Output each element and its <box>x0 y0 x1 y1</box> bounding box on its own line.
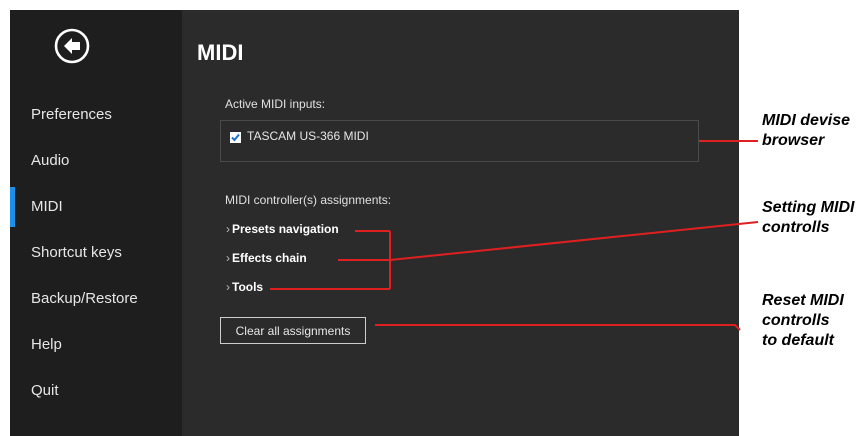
sidebar-item-audio[interactable]: Audio <box>10 141 182 181</box>
assignment-label: Presets navigation <box>232 222 339 236</box>
sidebar-item-label: MIDI <box>31 198 63 215</box>
sidebar-item-label: Shortcut keys <box>31 244 122 261</box>
sidebar-item-help[interactable]: Help <box>10 325 182 365</box>
back-arrow-icon <box>54 28 90 64</box>
midi-inputs-list: TASCAM US-366 MIDI <box>220 120 699 162</box>
annotation-text: browser <box>762 132 825 149</box>
assignment-effects-chain[interactable]: › Effects chain <box>226 251 307 265</box>
device-name: TASCAM US-366 MIDI <box>247 129 369 143</box>
checkmark-icon <box>230 132 241 143</box>
annotation-reset: Reset MIDI controlls to default <box>762 291 844 351</box>
assignment-presets-navigation[interactable]: › Presets navigation <box>226 222 339 236</box>
chevron-right-icon: › <box>226 222 230 236</box>
main-panel: MIDI Active MIDI inputs: TASCAM US-366 M… <box>182 10 739 436</box>
sidebar-item-quit[interactable]: Quit <box>10 371 182 411</box>
assignment-tools[interactable]: › Tools <box>226 280 263 294</box>
settings-window: Preferences Audio MIDI Shortcut keys Bac… <box>10 10 739 436</box>
device-checkbox[interactable] <box>230 132 241 143</box>
assignment-label: Effects chain <box>232 251 307 265</box>
sidebar-item-label: Audio <box>31 152 70 169</box>
page-title: MIDI <box>197 40 244 65</box>
annotation-setting: Setting MIDI controlls <box>762 198 854 238</box>
active-inputs-label: Active MIDI inputs: <box>225 97 326 111</box>
sidebar-item-preferences[interactable]: Preferences <box>10 95 182 135</box>
sidebar-item-label: Help <box>31 336 62 353</box>
sidebar-item-label: Quit <box>31 382 59 399</box>
annotation-text: controlls <box>762 312 830 329</box>
annotation-text: controlls <box>762 219 830 236</box>
annotation-browser: MIDI devise browser <box>762 111 850 151</box>
sidebar-item-backup-restore[interactable]: Backup/Restore <box>10 279 182 319</box>
annotation-text: Setting MIDI <box>762 199 855 216</box>
annotation-text: to default <box>762 332 834 349</box>
sidebar-item-midi[interactable]: MIDI <box>10 187 182 227</box>
sidebar-item-label: Preferences <box>31 106 112 123</box>
annotation-text: Reset MIDI <box>762 292 844 309</box>
sidebar-item-shortcut-keys[interactable]: Shortcut keys <box>10 233 182 273</box>
sidebar-item-label: Backup/Restore <box>31 290 138 307</box>
sidebar: Preferences Audio MIDI Shortcut keys Bac… <box>10 10 182 436</box>
annotation-text: MIDI devise <box>762 112 851 129</box>
assignment-label: Tools <box>232 280 264 294</box>
chevron-right-icon: › <box>226 280 230 294</box>
chevron-right-icon: › <box>226 251 230 265</box>
assignments-label: MIDI controller(s) assignments: <box>225 193 392 207</box>
clear-all-assignments-button[interactable]: Clear all assignments <box>220 317 366 344</box>
back-button[interactable] <box>54 28 90 64</box>
